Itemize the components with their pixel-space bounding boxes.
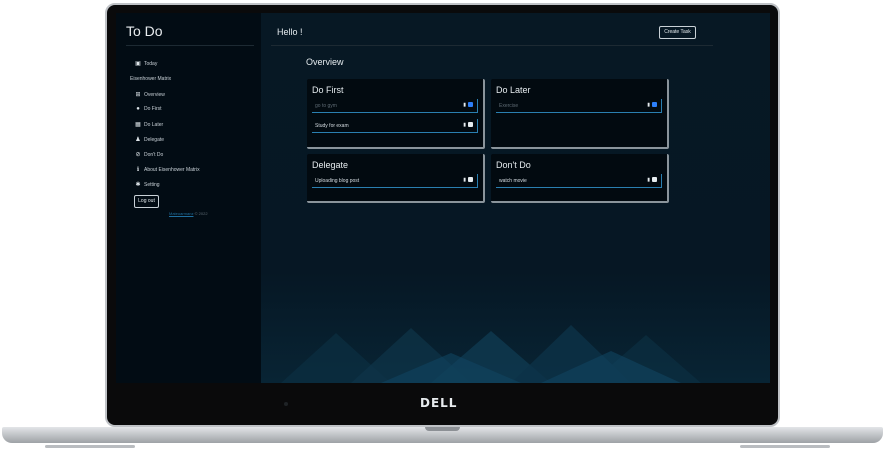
laptop-notch bbox=[425, 427, 460, 431]
sidebar-item-delegate[interactable]: ♟ Delegate bbox=[134, 136, 165, 144]
quadrant-delegate: Delegate Uploading blog post ▮ bbox=[307, 154, 485, 203]
task-text: Exercise bbox=[499, 103, 519, 109]
quadrant-title: Do Later bbox=[496, 85, 531, 95]
quadrant-title: Don't Do bbox=[496, 160, 531, 170]
task-actions: ▮ bbox=[647, 102, 657, 108]
app-screen: To Do ▣ Today Eisenhower Matrix ⊞ Overvi… bbox=[116, 13, 770, 383]
sidebar-item-today[interactable]: ▣ Today bbox=[134, 60, 158, 68]
sidebar-item-label: Don't Do bbox=[144, 151, 164, 158]
sidebar-item-do-first[interactable]: ● Do First bbox=[134, 106, 162, 112]
task-actions: ▮ bbox=[463, 102, 473, 108]
checkbox-checked-icon[interactable] bbox=[468, 102, 473, 107]
task-actions: ▮ bbox=[463, 177, 473, 183]
background-decoration bbox=[281, 325, 701, 383]
trash-icon[interactable]: ▮ bbox=[647, 102, 650, 108]
task-item[interactable]: go to gym ▮ bbox=[312, 99, 478, 113]
page-title: Overview bbox=[306, 57, 344, 67]
sidebar-item-label: Setting bbox=[144, 181, 160, 188]
checkbox-icon[interactable] bbox=[468, 122, 473, 127]
task-item[interactable]: watch movie ▮ bbox=[496, 174, 662, 188]
app-title: To Do bbox=[126, 23, 163, 39]
sidebar-item-label: Delegate bbox=[144, 136, 165, 143]
task-actions: ▮ bbox=[463, 122, 473, 128]
task-item[interactable]: Study for exam ▮ bbox=[312, 119, 478, 133]
sidebar-item-dont-do[interactable]: ⊘ Don't Do bbox=[134, 151, 164, 159]
speaker-grill-left bbox=[45, 445, 135, 448]
sidebar-section-label: Eisenhower Matrix bbox=[130, 76, 172, 82]
sidebar-item-setting[interactable]: ✱ Setting bbox=[134, 181, 160, 189]
greeting: Hello ! bbox=[277, 27, 303, 37]
sidebar-item-label: Do First bbox=[144, 106, 162, 112]
quadrant-do-first: Do First go to gym ▮ Study for exam ▮ bbox=[307, 79, 485, 149]
quadrant-do-later: Do Later Exercise ▮ bbox=[491, 79, 669, 149]
quadrant-title: Delegate bbox=[312, 160, 349, 170]
speaker-grill-right bbox=[740, 445, 830, 448]
trash-icon[interactable]: ▮ bbox=[463, 122, 466, 128]
task-text: watch movie bbox=[499, 178, 527, 184]
create-task-button[interactable]: Create Task bbox=[659, 26, 696, 39]
brand-logo: DELL bbox=[420, 396, 458, 410]
sidebar-item-label: Do Later bbox=[144, 121, 164, 128]
footer-link[interactable]: Mateoarmanz bbox=[169, 211, 193, 216]
webcam bbox=[284, 402, 288, 406]
sidebar-item-do-later[interactable]: ▦ Do Later bbox=[134, 121, 164, 129]
sidebar-item-overview[interactable]: ⊞ Overview bbox=[134, 91, 165, 99]
checkbox-checked-icon[interactable] bbox=[652, 102, 657, 107]
logout-button[interactable]: Log out bbox=[134, 195, 159, 208]
quadrant-dont-do: Don't Do watch movie ▮ bbox=[491, 154, 669, 203]
sidebar-item-label: Today bbox=[144, 60, 158, 67]
header-divider bbox=[271, 45, 713, 46]
task-text: Uploading blog post bbox=[315, 178, 360, 184]
info-icon: ℹ bbox=[136, 167, 140, 173]
quadrant-title: Do First bbox=[312, 85, 344, 95]
user-plus-icon: ♟ bbox=[135, 137, 141, 143]
footer: Mateoarmanz © 2022 bbox=[169, 211, 208, 216]
task-item[interactable]: Exercise ▮ bbox=[496, 99, 662, 113]
sidebar: To Do ▣ Today Eisenhower Matrix ⊞ Overvi… bbox=[116, 13, 261, 383]
task-item[interactable]: Uploading blog post ▮ bbox=[312, 174, 478, 188]
ban-icon: ⊘ bbox=[135, 152, 141, 158]
laptop-frame: To Do ▣ Today Eisenhower Matrix ⊞ Overvi… bbox=[0, 0, 885, 455]
trash-icon[interactable]: ▮ bbox=[647, 177, 650, 183]
gear-icon: ✱ bbox=[135, 182, 141, 188]
task-actions: ▮ bbox=[647, 177, 657, 183]
sidebar-item-label: Overview bbox=[144, 91, 165, 98]
grid-icon: ⊞ bbox=[135, 92, 141, 98]
calendar-icon: ▦ bbox=[135, 122, 141, 128]
sidebar-item-about[interactable]: ℹ About Eisenhower Matrix bbox=[134, 166, 200, 174]
sidebar-divider bbox=[126, 45, 254, 46]
footer-copyright: © 2022 bbox=[193, 211, 208, 216]
task-text: go to gym bbox=[315, 103, 337, 109]
task-text: Study for exam bbox=[315, 123, 349, 129]
checkbox-icon[interactable] bbox=[468, 177, 473, 182]
trash-icon[interactable]: ▮ bbox=[463, 102, 466, 108]
checkbox-icon[interactable] bbox=[652, 177, 657, 182]
calendar-icon: ▣ bbox=[135, 61, 141, 67]
main-content: Hello ! Create Task Overview Do First go… bbox=[261, 13, 770, 383]
fire-icon: ● bbox=[136, 106, 140, 112]
trash-icon[interactable]: ▮ bbox=[463, 177, 466, 183]
sidebar-item-label: About Eisenhower Matrix bbox=[144, 166, 200, 173]
